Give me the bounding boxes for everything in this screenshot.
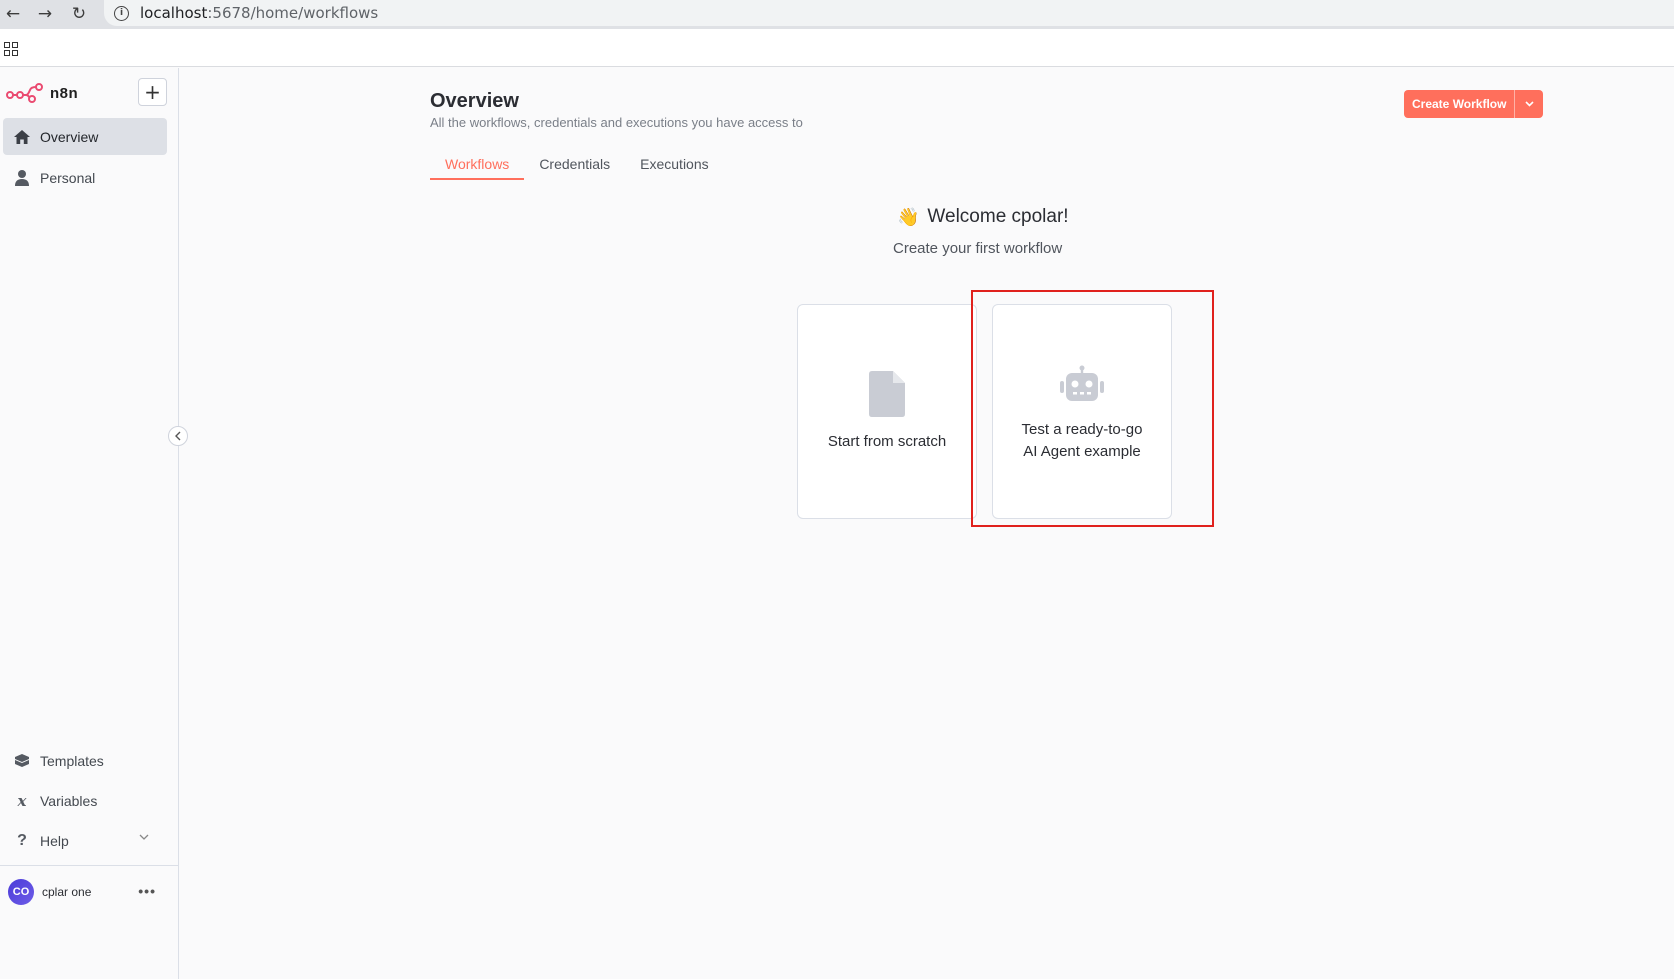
user-icon	[13, 169, 31, 187]
sidebar-item-label: Templates	[40, 752, 104, 769]
collapse-sidebar-button[interactable]	[168, 426, 188, 446]
page-title: Overview	[430, 90, 519, 112]
page-subtitle: All the workflows, credentials and execu…	[430, 115, 803, 130]
sidebar: n8n + Overview Personal Templates x Vari…	[0, 68, 179, 979]
wave-icon: 👋	[897, 206, 920, 228]
home-icon	[13, 128, 31, 146]
box-icon	[13, 752, 31, 770]
tab-executions[interactable]: Executions	[625, 154, 723, 180]
ai-agent-example-card[interactable]: Test a ready-to-go AI Agent example	[992, 304, 1172, 519]
chevron-down-icon	[139, 834, 149, 840]
card-label-line: Test a ready-to-go	[1021, 421, 1143, 438]
chevron-left-icon	[175, 431, 181, 441]
create-workflow-dropdown[interactable]	[1515, 90, 1544, 118]
url-text: localhost:5678/home/workflows	[140, 4, 378, 22]
card-label-line: AI Agent example	[1023, 443, 1141, 460]
bookmarks-bar	[0, 29, 1674, 67]
user-menu[interactable]: CO cplar one •••	[0, 865, 178, 917]
reload-icon[interactable]: ↻	[68, 3, 90, 25]
sidebar-item-templates[interactable]: Templates	[3, 742, 167, 779]
forward-icon[interactable]: →	[34, 3, 56, 25]
variable-icon: x	[17, 791, 27, 810]
sidebar-item-overview[interactable]: Overview	[3, 118, 167, 155]
browser-toolbar: ← → ↻ i localhost:5678/home/workflows	[0, 0, 1674, 29]
more-options-icon[interactable]: •••	[138, 883, 156, 899]
sidebar-item-help[interactable]: ? Help	[3, 822, 167, 859]
card-label: Test a ready-to-go AI Agent example	[993, 419, 1171, 463]
card-label: Start from scratch	[827, 433, 947, 450]
sidebar-item-personal[interactable]: Personal	[3, 159, 167, 196]
brand-name: n8n	[50, 84, 79, 102]
sidebar-item-label: Help	[40, 832, 69, 849]
address-bar[interactable]: i localhost:5678/home/workflows	[104, 0, 1674, 26]
site-info-icon[interactable]: i	[114, 5, 129, 21]
create-workflow-button[interactable]: Create Workflow	[1404, 90, 1516, 118]
user-name: cplar one	[42, 884, 92, 899]
sidebar-item-label: Overview	[40, 128, 99, 145]
tabs: Workflows Credentials Executions	[430, 154, 724, 180]
chevron-down-icon	[1525, 101, 1534, 107]
add-button[interactable]: +	[138, 78, 167, 106]
sidebar-item-label: Personal	[40, 169, 96, 186]
apps-grid-icon[interactable]	[4, 42, 18, 56]
avatar: CO	[8, 878, 34, 905]
back-icon[interactable]: ←	[2, 3, 24, 25]
url-path: :5678/home/workflows	[207, 4, 379, 22]
sidebar-item-variables[interactable]: x Variables	[3, 782, 167, 819]
file-icon	[798, 371, 976, 417]
start-from-scratch-card[interactable]: Start from scratch	[797, 304, 977, 519]
main-content: Overview All the workflows, credentials …	[180, 68, 1674, 979]
question-icon: ?	[17, 831, 27, 849]
sidebar-item-label: Variables	[40, 792, 98, 809]
tab-workflows[interactable]: Workflows	[430, 154, 525, 180]
welcome-subtitle: Create your first workflow	[893, 240, 1063, 257]
n8n-logo[interactable]: n8n	[6, 82, 78, 104]
tab-credentials[interactable]: Credentials	[524, 154, 625, 180]
welcome-text: Welcome cpolar!	[927, 206, 1069, 227]
robot-icon	[993, 365, 1171, 403]
n8n-logo-icon	[6, 83, 43, 103]
create-workflow-button-group: Create Workflow	[1404, 90, 1544, 118]
welcome-heading: 👋 Welcome cpolar!	[897, 206, 1069, 228]
url-host: localhost	[140, 4, 208, 22]
